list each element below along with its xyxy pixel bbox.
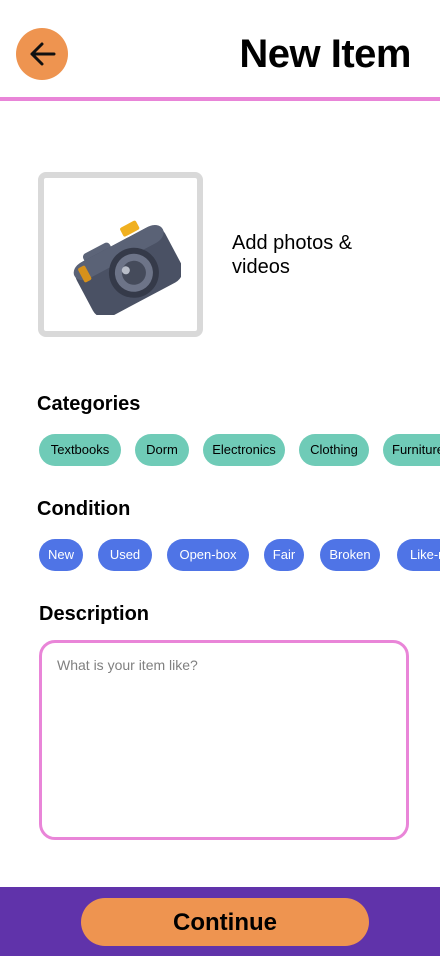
camera-icon xyxy=(73,220,181,315)
condition-chip-open-box[interactable]: Open-box xyxy=(167,539,249,571)
description-title: Description xyxy=(39,603,150,625)
arrow-left-icon xyxy=(30,42,56,66)
back-button[interactable] xyxy=(16,28,68,80)
category-chip-textbooks[interactable]: Textbooks xyxy=(39,434,121,466)
condition-chip-used[interactable]: Used xyxy=(98,539,152,571)
condition-chip-new[interactable]: New xyxy=(39,539,83,571)
add-photos-label: Add photos & videos xyxy=(232,232,353,278)
header: New Item xyxy=(0,0,440,101)
category-chip-dorm[interactable]: Dorm xyxy=(135,434,189,466)
categories-title: Categories xyxy=(37,393,141,415)
description-input[interactable] xyxy=(39,640,409,840)
add-photos-button[interactable] xyxy=(38,172,203,337)
continue-button[interactable]: Continue xyxy=(81,898,369,946)
condition-chips: New Used Open-box Fair Broken Like-new xyxy=(0,539,440,571)
condition-chip-fair[interactable]: Fair xyxy=(264,539,304,571)
category-chip-clothing[interactable]: Clothing xyxy=(299,434,369,466)
categories-chips: Textbooks Dorm Electronics Clothing Furn… xyxy=(0,434,440,466)
condition-chip-like-new[interactable]: Like-new xyxy=(397,539,440,571)
condition-chip-broken[interactable]: Broken xyxy=(320,539,380,571)
footer-bar: Continue xyxy=(0,887,440,956)
condition-title: Condition xyxy=(37,498,131,520)
category-chip-electronics[interactable]: Electronics xyxy=(203,434,285,466)
category-chip-furniture[interactable]: Furniture xyxy=(383,434,440,466)
header-divider xyxy=(0,97,440,101)
page-title: New Item xyxy=(239,32,411,76)
